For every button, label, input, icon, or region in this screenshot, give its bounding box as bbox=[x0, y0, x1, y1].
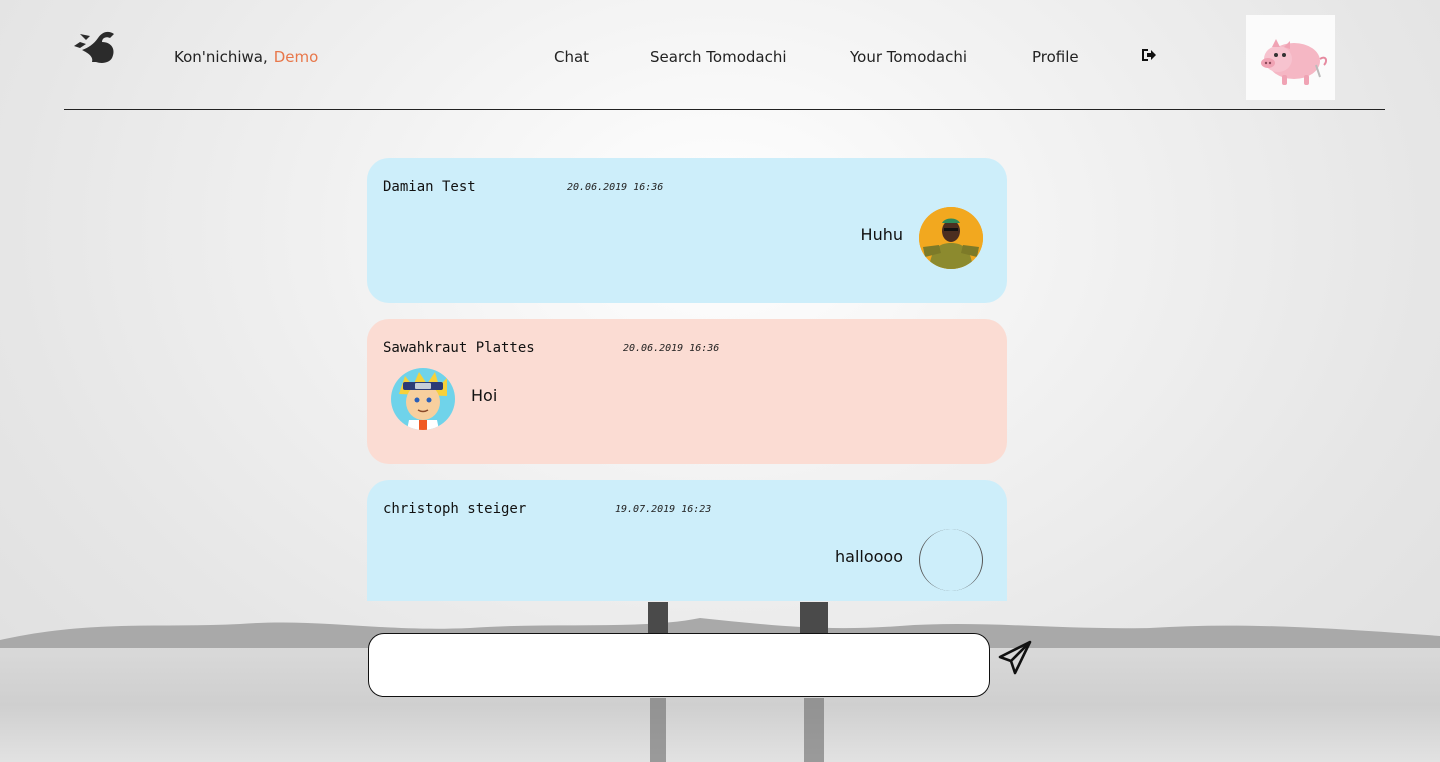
profile-avatar[interactable] bbox=[1246, 15, 1335, 100]
message-timestamp: 19.07.2019 16:23 bbox=[615, 504, 712, 515]
person-avatar-icon bbox=[919, 207, 983, 269]
message-timestamp: 20.06.2019 16:36 bbox=[567, 182, 664, 193]
sender-avatar[interactable] bbox=[919, 529, 983, 591]
anime-avatar-icon bbox=[391, 368, 455, 430]
nav-profile[interactable]: Profile bbox=[1032, 48, 1079, 66]
greeting: Kon'nichiwa, Demo bbox=[174, 48, 318, 66]
sign-out-icon[interactable] bbox=[1140, 46, 1158, 64]
message-timestamp: 20.06.2019 16:36 bbox=[623, 343, 720, 354]
user-name: Demo bbox=[273, 48, 319, 66]
paper-plane-icon[interactable] bbox=[997, 640, 1033, 676]
message-author: christoph steiger bbox=[383, 501, 527, 517]
dragon-logo-icon[interactable] bbox=[72, 28, 116, 66]
message-bubble: christoph steiger 19.07.2019 16:23 hallo… bbox=[367, 480, 1007, 601]
message-input[interactable] bbox=[368, 633, 990, 697]
message-author: Sawahkraut Plattes bbox=[383, 340, 535, 356]
nav-your-tomodachi[interactable]: Your Tomodachi bbox=[850, 48, 967, 66]
nav-search-tomodachi[interactable]: Search Tomodachi bbox=[650, 48, 787, 66]
sender-avatar[interactable] bbox=[391, 368, 455, 430]
message-list[interactable]: Damian Test 20.06.2019 16:36 Huhu Sawahk… bbox=[367, 158, 1007, 601]
message-text: Hoi bbox=[471, 386, 498, 405]
nav-chat[interactable]: Chat bbox=[554, 48, 589, 66]
message-text: Huhu bbox=[860, 225, 903, 244]
message-bubble: Sawahkraut Plattes 20.06.2019 16:36 Hoi bbox=[367, 319, 1007, 464]
message-bubble: Damian Test 20.06.2019 16:36 Huhu bbox=[367, 158, 1007, 303]
message-author: Damian Test bbox=[383, 179, 476, 195]
top-header: Kon'nichiwa, Demo Chat Search Tomodachi Y… bbox=[64, 0, 1385, 110]
message-text: halloooo bbox=[835, 547, 903, 566]
pig-avatar-icon bbox=[1261, 39, 1328, 85]
greeting-text: Kon'nichiwa, bbox=[174, 48, 268, 66]
sender-avatar[interactable] bbox=[919, 207, 983, 269]
